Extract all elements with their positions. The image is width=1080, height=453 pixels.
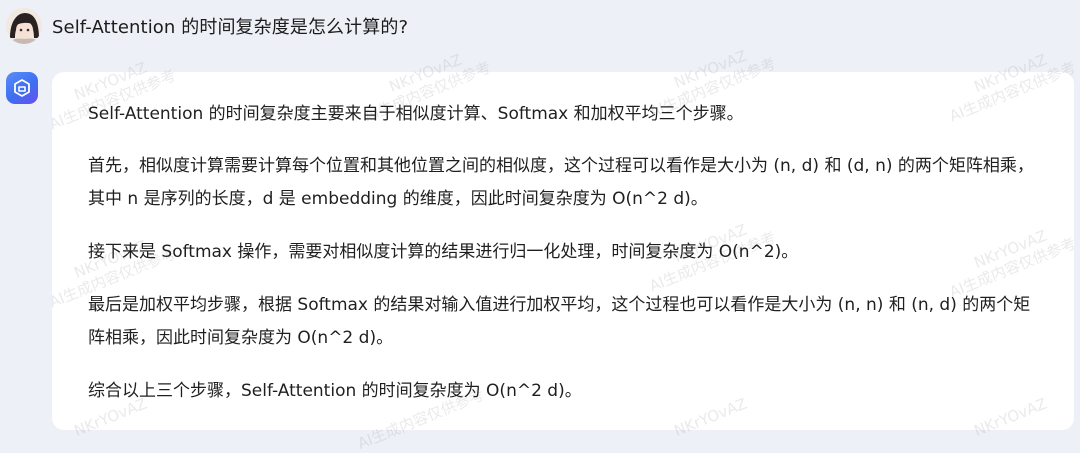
assistant-avatar <box>6 72 38 104</box>
answer-paragraph-5: 综合以上三个步骤，Self-Attention 的时间复杂度为 O(n^2 d)… <box>88 381 582 401</box>
answer-paragraph-4: 最后是加权平均步骤，根据 Softmax 的结果对输入值进行加权平均，这个过程也… <box>88 295 1031 348</box>
cube-logo-icon <box>14 79 30 97</box>
user-message: Self-Attention 的时间复杂度是怎么计算的? <box>6 6 408 46</box>
assistant-answer-card: Self-Attention 的时间复杂度主要来自于相似度计算、Softmax … <box>52 72 1074 430</box>
answer-paragraph-3: 接下来是 Softmax 操作，需要对相似度计算的结果进行归一化处理，时间复杂度… <box>88 242 799 262</box>
answer-paragraph-2: 首先，相似度计算需要计算每个位置和其他位置之间的相似度，这个过程可以看作是大小为… <box>88 156 1034 209</box>
answer-paragraph-1: Self-Attention 的时间复杂度主要来自于相似度计算、Softmax … <box>88 104 744 124</box>
user-question-text: Self-Attention 的时间复杂度是怎么计算的? <box>52 17 409 38</box>
user-avatar <box>6 8 42 44</box>
